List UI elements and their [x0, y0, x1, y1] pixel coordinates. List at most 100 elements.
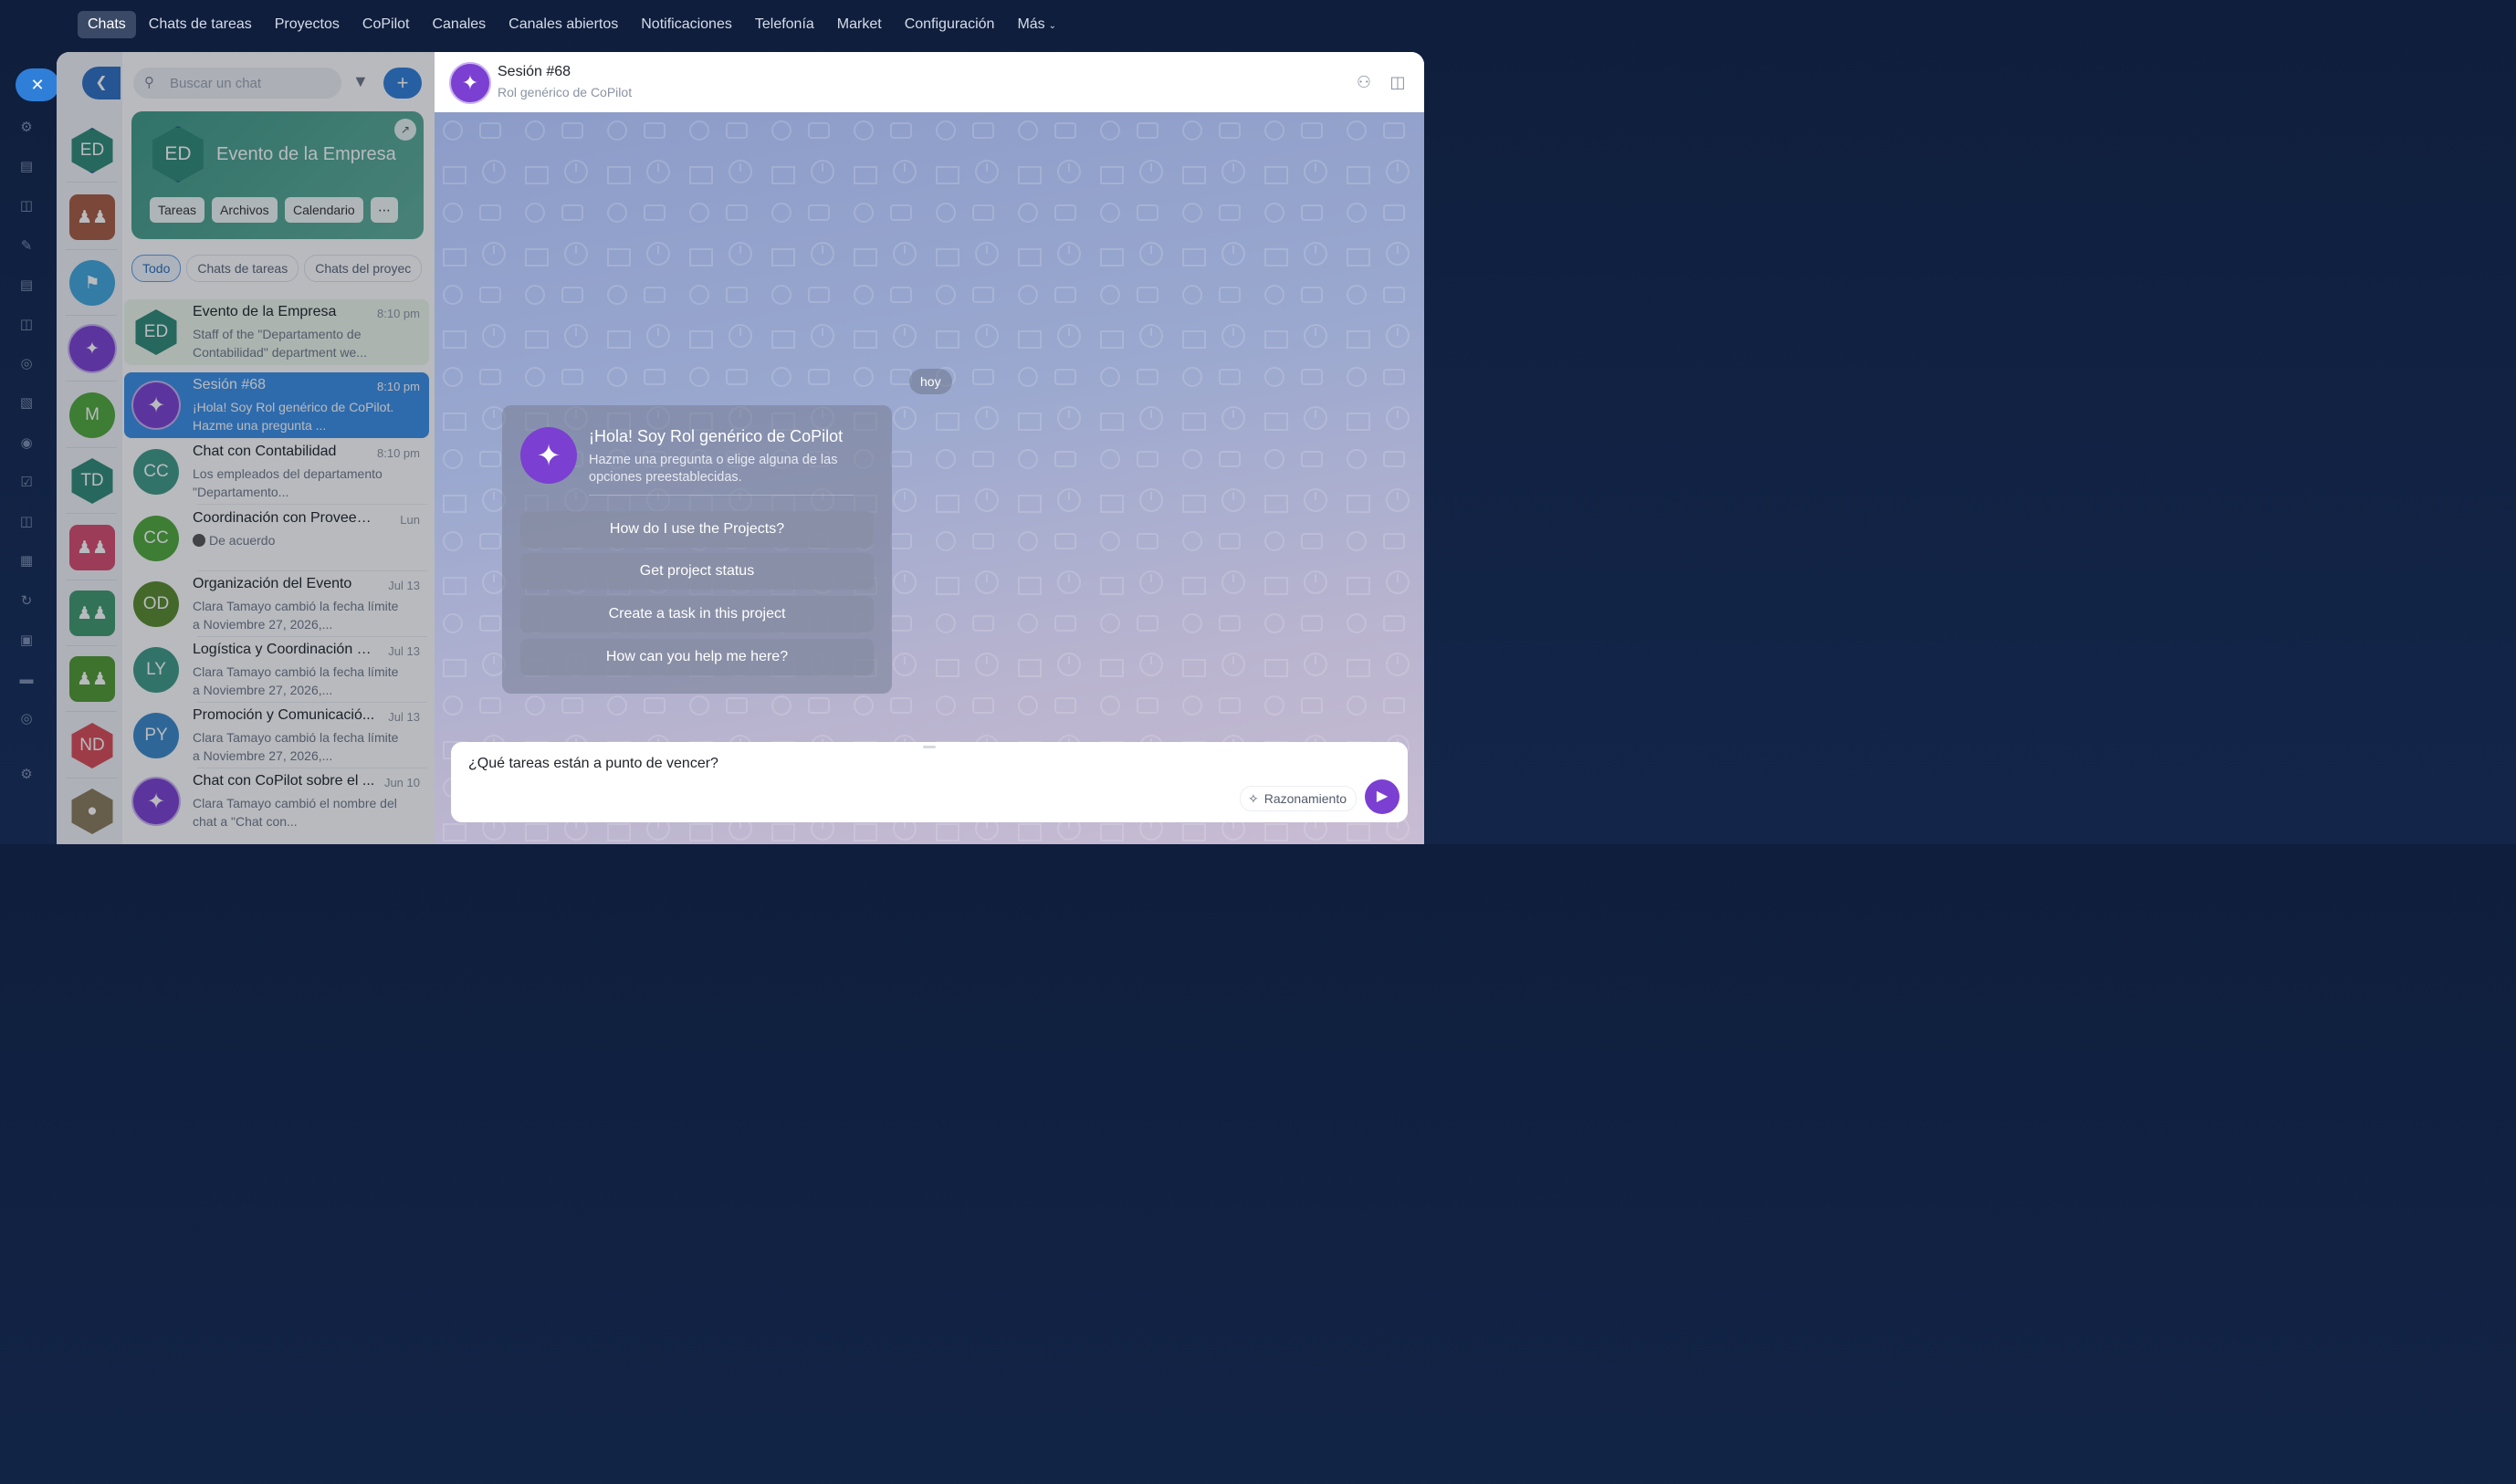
chat-list-item[interactable]: ✦ Chat con CoPilot sobre el ... Jun 10 C…	[124, 768, 429, 834]
chat-preview-text: De acuerdo	[209, 533, 276, 548]
add-user-icon[interactable]: ⚇	[1354, 72, 1374, 92]
deals-icon[interactable]: ⚙	[17, 119, 36, 137]
tasks-icon[interactable]: ✎	[17, 237, 36, 256]
avatar-initials: ED	[143, 322, 169, 341]
photo-avatar[interactable]: ●	[71, 789, 113, 834]
chat-list-item-selected[interactable]: ✦ Sesión #68 8:10 pm ¡Hola! Soy Rol gené…	[124, 372, 429, 438]
chat-list-item[interactable]: CC Coordinación con Proveedor... Lun De …	[124, 506, 429, 571]
avatar-initials: OD	[142, 594, 170, 613]
settings-icon[interactable]: ⚙	[17, 766, 36, 784]
reasoning-label: Razonamiento	[1263, 791, 1347, 806]
add-chat-button[interactable]: +	[383, 68, 422, 99]
chat-time: Lun	[400, 513, 420, 527]
cart-icon[interactable]: ◫	[17, 513, 36, 531]
chat-list-item[interactable]: PY Promoción y Comunicació... Jul 13 Cla…	[124, 703, 429, 768]
avatar-evento[interactable]: ED	[71, 128, 113, 173]
presentation-icon[interactable]: ▣	[17, 632, 36, 650]
chat-background: hoy ✦ ¡Hola! Soy Rol genérico de CoPilot…	[435, 112, 1424, 844]
chat-avatar: PY	[133, 713, 179, 758]
messenger-icon[interactable]: ◫	[17, 197, 36, 215]
card-icon[interactable]: ▬	[17, 671, 36, 689]
chat-list-panel: ⚲ Buscar un chat ▼ + ED Evento de la Emp…	[122, 52, 435, 844]
prompt-option[interactable]: How do I use the Projects?	[520, 511, 874, 548]
chat-list-item[interactable]: LY Logística y Coordinación d... Jul 13 …	[124, 637, 429, 703]
chat-preview: De acuerdo	[193, 531, 407, 549]
reasoning-toggle[interactable]: ✧ Razonamiento	[1240, 786, 1358, 811]
divider	[66, 513, 117, 514]
copilot-icon: ✦	[133, 779, 179, 824]
sidebar-toggle-icon[interactable]: ◫	[1388, 72, 1408, 92]
nav-chats[interactable]: Chats	[78, 11, 136, 38]
external-link-icon[interactable]: ↗	[394, 119, 416, 141]
calendar-icon[interactable]: ▦	[17, 552, 36, 570]
message-composer[interactable]: ¿Qué tareas están a punto de vencer? ✧ Ra…	[451, 742, 1408, 822]
copilot-icon[interactable]: ✦	[449, 62, 491, 104]
nav-copilot[interactable]: CoPilot	[352, 11, 420, 38]
copilot-rail-icon[interactable]: ◉	[17, 434, 36, 453]
prompt-option[interactable]: How can you help me here?	[520, 639, 874, 675]
nav-more[interactable]: Más ⌄	[1007, 11, 1066, 38]
chat-header: ✦ Sesión #68 Rol genérico de CoPilot ⚇ ◫	[435, 52, 1424, 113]
avatar-td[interactable]: TD	[71, 458, 113, 504]
prompt-option[interactable]: Create a task in this project	[520, 596, 874, 632]
copilot-icon[interactable]: ✦	[69, 326, 115, 371]
nav-telephony[interactable]: Telefonía	[745, 11, 824, 38]
avatar-initials: ND	[79, 736, 105, 755]
left-rail: ✕ ⚙ ▤ ◫ ✎ ▤ ◫ ◎ ▧ ◉ ☑ ◫ ▦ ↻ ▣ ▬ ◎ ⚙	[0, 51, 59, 844]
box-icon[interactable]: ◫	[17, 316, 36, 334]
recent-avatars-column: ❮ ED ♟♟ ⚑ ✦ M TD ♟♟ ♟♟ ♟♟ ND ●	[57, 52, 123, 844]
documents-icon[interactable]: ▤	[17, 277, 36, 295]
group-avatar-icon[interactable]: ♟♟	[69, 194, 115, 240]
filter-task-chats[interactable]: Chats de tareas	[186, 255, 299, 282]
files-chip[interactable]: Archivos	[212, 197, 278, 223]
chat-list-item[interactable]: CC Chat con Contabilidad 8:10 pm Los emp…	[124, 439, 429, 505]
sync-icon[interactable]: ↻	[17, 592, 36, 611]
nav-channels[interactable]: Canales	[422, 11, 496, 38]
message-input[interactable]: ¿Qué tareas están a punto de vencer?	[468, 756, 718, 772]
prompt-option[interactable]: Get project status	[520, 553, 874, 590]
robot-icon[interactable]: ◎	[17, 355, 36, 373]
filter-project-chats[interactable]: Chats del proyec	[304, 255, 423, 282]
nav-task-chats[interactable]: Chats de tareas	[139, 11, 262, 38]
resize-handle[interactable]	[923, 746, 936, 748]
feed-icon[interactable]: ▤	[17, 158, 36, 176]
filter-icon[interactable]: ▼	[352, 72, 371, 94]
filter-all[interactable]: Todo	[131, 255, 182, 282]
support-icon[interactable]: ◎	[17, 710, 36, 728]
chat-filters: Todo Chats de tareas Chats del proyec	[131, 255, 433, 282]
chat-title[interactable]: Sesión #68	[498, 64, 571, 80]
group-avatar-icon[interactable]: ♟♟	[69, 590, 115, 636]
chat-title: Sesión #68	[193, 377, 267, 392]
analytics-icon[interactable]: ▧	[17, 394, 36, 413]
tasks-chip[interactable]: Tareas	[150, 197, 205, 223]
group-avatar-icon[interactable]: ♟♟	[69, 525, 115, 570]
send-button[interactable]: ▶	[1365, 779, 1400, 814]
collapse-back-button[interactable]: ❮	[82, 67, 121, 99]
divider	[197, 504, 427, 505]
chat-list-item[interactable]: ED Evento de la Empresa 8:10 pm Staff of…	[124, 299, 429, 365]
close-button[interactable]: ✕	[16, 68, 59, 101]
bookmark-icon[interactable]: ⚑	[69, 260, 115, 306]
nav-projects[interactable]: Proyectos	[265, 11, 350, 38]
group-avatar-icon[interactable]: ♟♟	[69, 656, 115, 702]
checklist-icon[interactable]: ☑	[17, 474, 36, 492]
nav-notifications[interactable]: Notificaciones	[631, 11, 742, 38]
chat-time: Jul 13	[388, 644, 420, 658]
sparkle-icon: ✧	[1248, 791, 1259, 806]
nav-market[interactable]: Market	[827, 11, 892, 38]
more-options-icon[interactable]: ⋯	[371, 197, 398, 223]
avatar-initials: TD	[80, 471, 104, 490]
calendar-chip[interactable]: Calendario	[285, 197, 363, 223]
chat-subtitle: Rol genérico de CoPilot	[498, 85, 633, 99]
sender-avatar	[193, 534, 205, 547]
chat-time: 8:10 pm	[377, 307, 420, 320]
search-input[interactable]: ⚲ Buscar un chat	[133, 68, 341, 99]
chat-list-item[interactable]: OD Organización del Evento Jul 13 Clara …	[124, 571, 429, 637]
avatar-initials: LY	[146, 660, 166, 679]
avatar-initials: PY	[144, 726, 168, 745]
nav-settings[interactable]: Configuración	[895, 11, 1005, 38]
avatar-nd[interactable]: ND	[71, 723, 113, 768]
avatar-m[interactable]: M	[69, 392, 115, 438]
copilot-icon: ✦	[133, 382, 179, 428]
nav-open-channels[interactable]: Canales abiertos	[498, 11, 628, 38]
